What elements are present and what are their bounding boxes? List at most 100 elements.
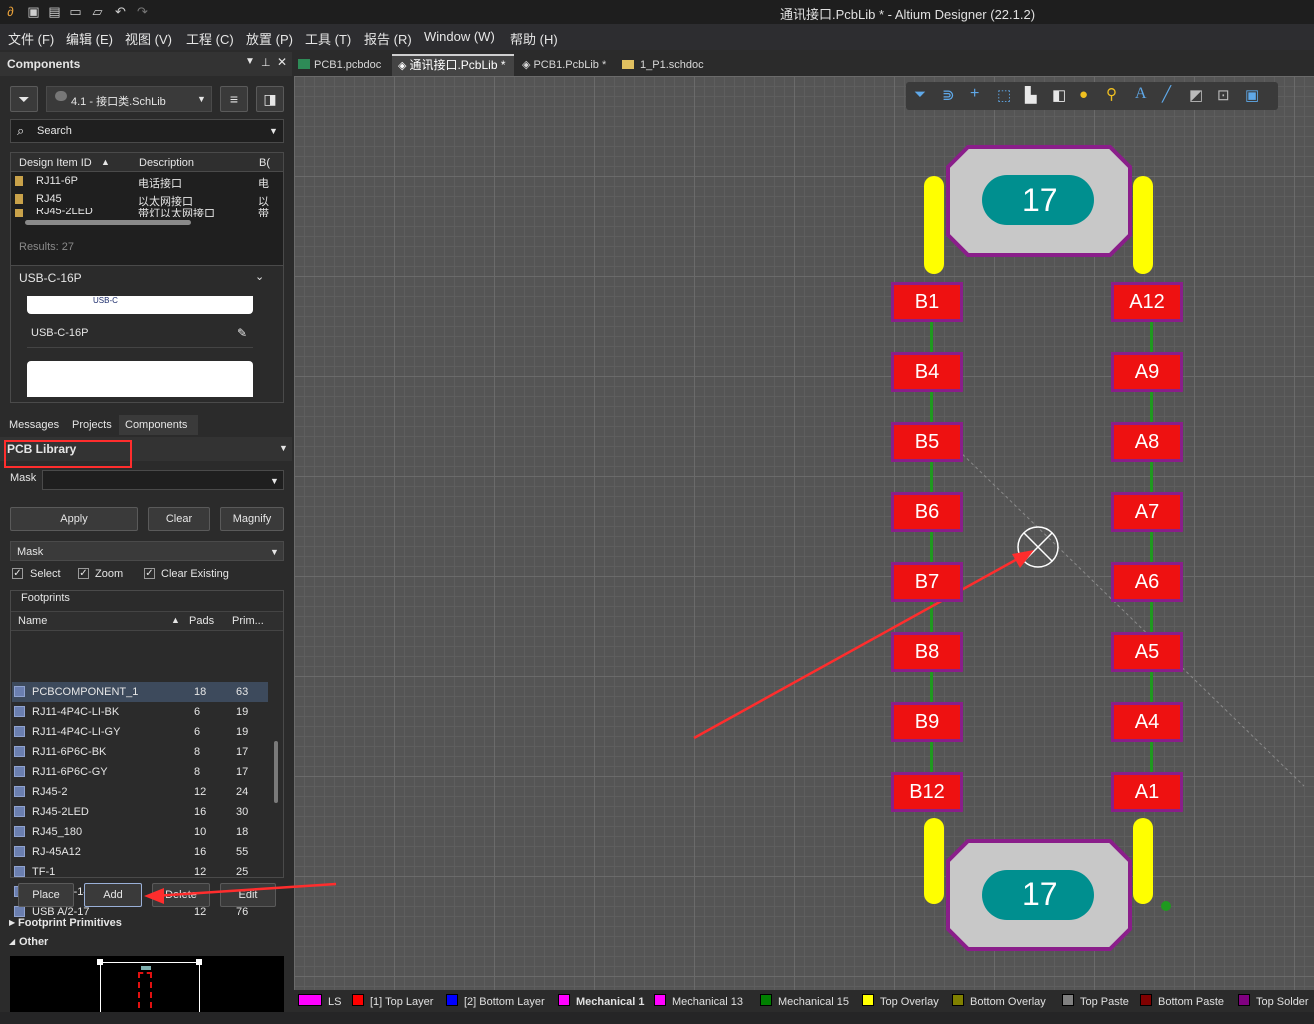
tab-schdoc[interactable]: 1_P1.schdoc [622,54,712,76]
column-primitives[interactable]: Prim... [232,615,264,627]
open-folder-icon[interactable]: ▭ [68,4,83,19]
layer-tab[interactable]: Bottom Overlay [952,994,1046,1008]
search-input[interactable]: ⌕ Search ▼ [10,119,284,143]
column-extra[interactable]: B( [259,157,270,169]
tab-projects[interactable]: Projects [72,419,112,431]
library-dropdown[interactable]: 4.1 - 接口类.SchLib ▼ [46,86,212,112]
clear-existing-checkbox[interactable]: ✓ [144,568,155,579]
pad-a8[interactable]: A8 [1111,422,1183,462]
tab-messages[interactable]: Messages [9,419,59,431]
tab-pcb1-pcbdoc[interactable]: PCB1.pcbdoc [298,54,390,76]
list-view-button[interactable]: ≡ [220,86,248,112]
table-row[interactable]: RJ45-2LED 带灯以太网接口 带 [11,208,273,217]
pad-b4[interactable]: B4 [891,352,963,392]
footprint-row[interactable]: RJ11-6P6C-BK 8 17 [12,742,268,762]
footprint-row[interactable]: TF-1 12 25 [12,862,268,882]
pad-b5[interactable]: B5 [891,422,963,462]
preview-handle[interactable] [97,959,103,965]
tab-components[interactable]: Components [119,415,198,435]
horizontal-scrollbar[interactable] [25,220,191,225]
footprint-row[interactable]: RJ-45A12 16 55 [12,842,268,862]
menu-project[interactable]: 工程 (C) [186,29,234,48]
layer-tab[interactable]: Top Overlay [862,994,939,1008]
layer-tab[interactable]: Top Solder [1238,994,1309,1008]
tab-pcb1-pcblib[interactable]: ◈ PCB1.PcbLib * [522,54,614,76]
layer-tab[interactable]: [1] Top Layer [352,994,433,1008]
pad-a12[interactable]: A12 [1111,282,1183,322]
other-section[interactable]: Other [19,936,48,948]
zoom-checkbox[interactable]: ✓ [78,568,89,579]
footprint-row[interactable]: PCBCOMPONENT_1 18 63 [12,682,268,702]
edit-pencil-icon[interactable]: ✎ [237,326,247,340]
column-description[interactable]: Description [139,157,194,169]
table-row[interactable]: RJ45 以太网接口 以 [11,190,283,208]
mask-dropdown[interactable]: Mask ▼ [10,541,284,561]
layer-tab[interactable]: Bottom Paste [1140,994,1224,1008]
layer-tab[interactable]: Mechanical 13 [654,994,743,1008]
pad-a6[interactable]: A6 [1111,562,1183,602]
footprint-row[interactable]: RJ45-2LED 16 30 [12,802,268,822]
split-view-button[interactable]: ◨ [256,86,284,112]
pad-a4[interactable]: A4 [1111,702,1183,742]
place-button[interactable]: Place [18,883,74,907]
menu-tools[interactable]: 工具 (T) [305,29,351,48]
layer-tab[interactable]: Mechanical 1 [558,994,644,1008]
pad-b12[interactable]: B12 [891,772,963,812]
tab-pcblib-active[interactable]: ◈ 通讯接口.PcbLib * [392,54,514,76]
save-all-icon[interactable]: ▤ [47,4,62,19]
table-row[interactable]: RJ11-6P 电话接口 电 [11,172,283,190]
footprint-row[interactable]: RJ11-6P6C-GY 8 17 [12,762,268,782]
save-icon[interactable]: ▣ [26,4,41,19]
layer-tab[interactable]: [2] Bottom Layer [446,994,545,1008]
footprint-primitives-section[interactable]: Footprint Primitives [18,917,122,929]
menu-window[interactable]: Window (W) [424,29,495,44]
pad-b9[interactable]: B9 [891,702,963,742]
menu-help[interactable]: 帮助 (H) [510,29,558,48]
pcb-canvas[interactable]: ⏷ ⋑ + ⬚ ▙ ◧ ● ⚲ A ╱ ◩ ⊡ ▣ 17 17 B1 B4 B5… [294,76,1314,990]
clear-button[interactable]: Clear [148,507,210,531]
panel-menu-icon[interactable]: ▼ [279,443,288,453]
pad-b7[interactable]: B7 [891,562,963,602]
expand-icon[interactable]: ▶ [9,918,15,927]
undo-icon[interactable]: ↶ [113,4,128,19]
menu-view[interactable]: 视图 (V) [125,29,172,48]
column-name[interactable]: Name [18,615,47,627]
pad-b8[interactable]: B8 [891,632,963,672]
select-checkbox[interactable]: ✓ [12,568,23,579]
layer-tab[interactable]: LS [298,994,341,1008]
collapse-icon[interactable]: ⌄ [255,270,264,283]
vertical-scrollbar[interactable] [274,741,278,803]
open-project-icon[interactable]: ▱ [90,4,105,19]
pin-icon[interactable]: ⊥ [261,56,271,69]
redo-icon[interactable]: ↷ [135,4,150,19]
add-button[interactable]: Add [84,883,142,907]
pad-a7[interactable]: A7 [1111,492,1183,532]
panel-menu-icon[interactable]: ▼ [245,56,255,67]
footprint-row[interactable]: RJ11-4P4C-LI-BK 6 19 [12,702,268,722]
magnify-button[interactable]: Magnify [220,507,284,531]
details-scrollbar[interactable] [273,296,279,396]
pad-a1[interactable]: A1 [1111,772,1183,812]
column-pads[interactable]: Pads [189,615,214,627]
footprint-row[interactable]: RJ11-4P4C-LI-GY 6 19 [12,722,268,742]
search-options-icon[interactable]: ▼ [269,126,278,136]
column-design-item-id[interactable]: Design Item ID [19,157,92,169]
mask-input[interactable]: ▼ [42,470,284,490]
pad-a9[interactable]: A9 [1111,352,1183,392]
menu-reports[interactable]: 报告 (R) [364,29,412,48]
preview-handle[interactable] [196,959,202,965]
menu-edit[interactable]: 编辑 (E) [66,29,113,48]
pad-b1[interactable]: B1 [891,282,963,322]
menu-file[interactable]: 文件 (F) [8,29,54,48]
collapse-icon[interactable]: ◢ [9,937,15,946]
footprint-row[interactable]: RJ45_180 10 18 [12,822,268,842]
menu-place[interactable]: 放置 (P) [246,29,293,48]
close-panel-icon[interactable]: ✕ [277,55,287,69]
filter-button[interactable]: ⏷ [10,86,38,112]
pad-a5[interactable]: A5 [1111,632,1183,672]
apply-button[interactable]: Apply [10,507,138,531]
layer-tab[interactable]: Top Paste [1062,994,1129,1008]
footprint-row[interactable]: RJ45-2 12 24 [12,782,268,802]
pad-b6[interactable]: B6 [891,492,963,532]
layer-tab[interactable]: Mechanical 15 [760,994,849,1008]
